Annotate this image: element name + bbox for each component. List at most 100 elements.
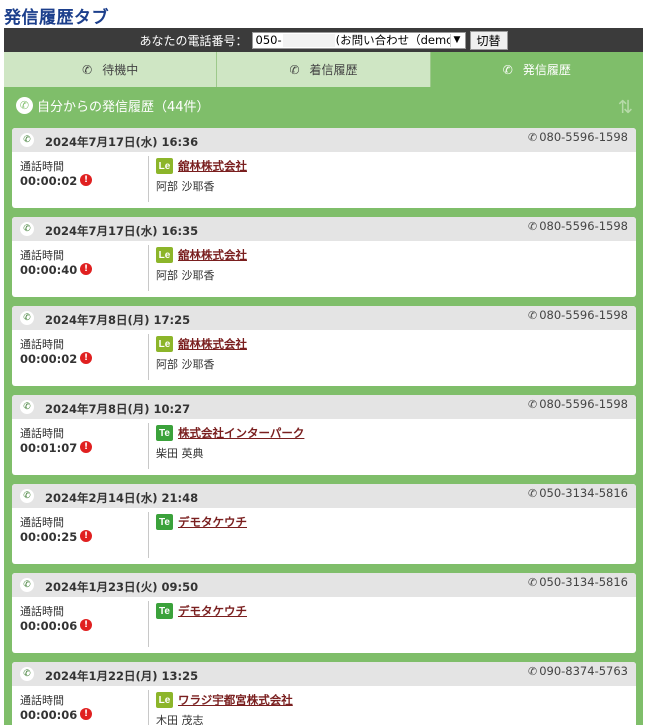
call-phone-number[interactable]: ✆ 080-5596-1598 (528, 397, 628, 411)
call-record-header: ✆ 2024年7月8日(月) 17:25 ✆ 080-5596-1598 (12, 306, 636, 330)
company-link[interactable]: デモタケウチ (178, 514, 247, 530)
call-record-body: 通話時間 00:00:40! Le 舘林株式会社 阿部 沙耶香 (12, 241, 636, 297)
page-title: 発信履歴タブ (4, 8, 109, 28)
contact-type-badge: Le (156, 692, 173, 708)
company-link[interactable]: 舘林株式会社 (178, 158, 247, 174)
call-phone-number[interactable]: ✆ 080-5596-1598 (528, 130, 628, 144)
phone-icon: ✆ (527, 398, 538, 411)
recording-icon[interactable]: ! (80, 530, 92, 542)
recording-icon[interactable]: ! (80, 352, 92, 364)
call-phone-number[interactable]: ✆ 090-8374-5763 (528, 664, 628, 678)
call-phone-number[interactable]: ✆ 080-5596-1598 (528, 308, 628, 322)
duration-label: 通話時間 (20, 249, 64, 262)
tab-standby[interactable]: ✆ 待機中 (4, 52, 218, 87)
phone-number-label: あなたの電話番号： (139, 33, 248, 48)
section-header: ✆ 自分からの発信履歴（44件） ⇅ (4, 87, 643, 124)
company-link[interactable]: デモタケウチ (178, 603, 247, 619)
refresh-icon[interactable]: ⇅ (618, 97, 633, 118)
recording-icon[interactable]: ! (80, 441, 92, 453)
phone-icon: ✆ (527, 309, 538, 322)
contact-type-badge: Le (156, 158, 173, 174)
call-datetime: 2024年7月17日(水) 16:35 (45, 224, 199, 238)
divider (148, 423, 149, 469)
call-record-card: ✆ 2024年7月8日(月) 10:27 ✆ 080-5596-1598 通話時間 00:… (12, 395, 636, 475)
call-phone-number-text: 050-3134-5816 (539, 575, 628, 589)
phone-icon: ✆ (20, 400, 34, 414)
call-record-header: ✆ 2024年1月23日(火) 09:50 ✆ 050-3134-5816 (12, 573, 636, 597)
phone-icon: ✆ (527, 220, 538, 233)
incoming-call-icon: ✆ (289, 62, 300, 77)
phone-number-prefix: 050- (255, 33, 282, 47)
divider (148, 156, 149, 202)
outgoing-call-icon: ✆ (16, 97, 33, 114)
tab-outgoing-history-label: 発信履歴 (522, 63, 571, 77)
duration-label: 通話時間 (20, 516, 64, 529)
phone-icon: ✆ (20, 133, 34, 147)
phone-icon: ✆ (20, 578, 34, 592)
call-phone-number[interactable]: ✆ 050-3134-5816 (528, 486, 628, 500)
recording-icon[interactable]: ! (80, 708, 92, 720)
phone-panel: あなたの電話番号： 050- (お問い合わせ（demo) ▼ 切替 ✆ 待機中 … (4, 28, 643, 725)
phone-icon: ✆ (20, 311, 34, 325)
call-datetime: 2024年1月23日(火) 09:50 (45, 580, 199, 594)
recording-icon[interactable]: ! (80, 174, 92, 186)
divider (148, 690, 149, 725)
call-datetime: 2024年1月22日(月) 13:25 (45, 669, 199, 683)
call-record-body: 通話時間 00:00:02! Le 舘林株式会社 阿部 沙耶香 (12, 330, 636, 386)
contact-type-badge: Te (156, 514, 173, 530)
duration-value: 00:01:07 (20, 441, 78, 455)
call-record-body: 通話時間 00:00:06! Le ワラジ宇都宮株式会社木田 茂志 (12, 686, 636, 725)
call-phone-number-text: 080-5596-1598 (539, 130, 628, 144)
duration-label: 通話時間 (20, 427, 64, 440)
divider (148, 245, 149, 291)
recording-icon[interactable]: ! (80, 619, 92, 631)
tab-incoming-history[interactable]: ✆ 着信履歴 (217, 52, 431, 87)
call-phone-number[interactable]: ✆ 080-5596-1598 (528, 219, 628, 233)
tab-incoming-history-label: 着信履歴 (309, 63, 358, 77)
contact-type-badge: Te (156, 603, 173, 619)
tab-outgoing-history[interactable]: ✆ 発信履歴 (430, 52, 643, 87)
contact-type-badge: Le (156, 247, 173, 263)
call-phone-number[interactable]: ✆ 050-3134-5816 (528, 575, 628, 589)
phone-icon: ✆ (82, 62, 93, 77)
tab-standby-label: 待機中 (102, 63, 139, 77)
company-link[interactable]: ワラジ宇都宮株式会社 (178, 692, 293, 708)
call-datetime: 2024年7月17日(水) 16:36 (45, 135, 199, 149)
duration-value: 00:00:25 (20, 530, 78, 544)
duration-value: 00:00:02 (20, 174, 78, 188)
call-record-card: ✆ 2024年2月14日(水) 21:48 ✆ 050-3134-5816 通話時間 00… (12, 484, 636, 564)
call-phone-number-text: 080-5596-1598 (539, 397, 628, 411)
phone-number-bar: あなたの電話番号： 050- (お問い合わせ（demo) ▼ 切替 (4, 28, 643, 52)
contact-type-badge: Te (156, 425, 173, 441)
call-record-body: 通話時間 00:00:25! Te デモタケウチ (12, 508, 636, 564)
contact-name: 阿部 沙耶香 (156, 358, 215, 371)
phone-icon: ✆ (527, 576, 538, 589)
call-datetime: 2024年7月8日(月) 17:25 (45, 313, 191, 327)
duration-label: 通話時間 (20, 694, 64, 707)
contact-type-badge: Le (156, 336, 173, 352)
switch-button[interactable]: 切替 (469, 30, 508, 50)
call-record-card: ✆ 2024年1月23日(火) 09:50 ✆ 050-3134-5816 通話時間 00… (12, 573, 636, 653)
company-link[interactable]: 舘林株式会社 (178, 336, 247, 352)
divider (148, 334, 149, 380)
call-phone-number-text: 080-5596-1598 (539, 308, 628, 322)
call-record-body: 通話時間 00:01:07! Te 株式会社インターパーク柴田 英典 (12, 419, 636, 475)
call-datetime: 2024年2月14日(水) 21:48 (45, 491, 199, 505)
contact-name: 木田 茂志 (156, 714, 204, 725)
section-title: 自分からの発信履歴（44件） (37, 100, 210, 115)
company-link[interactable]: 株式会社インターパーク (178, 425, 304, 441)
phone-number-select[interactable]: 050- (お問い合わせ（demo) ▼ (251, 31, 466, 49)
call-record-card: ✆ 2024年7月17日(水) 16:36 ✆ 080-5596-1598 通話時間 00… (12, 128, 636, 208)
phone-icon: ✆ (527, 131, 538, 144)
duration-value: 00:00:06 (20, 708, 78, 722)
recording-icon[interactable]: ! (80, 263, 92, 275)
call-record-card: ✆ 2024年1月22日(月) 13:25 ✆ 090-8374-5763 通話時間 00… (12, 662, 636, 725)
call-record-header: ✆ 2024年7月17日(水) 16:35 ✆ 080-5596-1598 (12, 217, 636, 241)
call-phone-number-text: 050-3134-5816 (539, 486, 628, 500)
company-link[interactable]: 舘林株式会社 (178, 247, 247, 263)
call-datetime: 2024年7月8日(月) 10:27 (45, 402, 191, 416)
phone-icon: ✆ (20, 489, 34, 503)
phone-number-suffix: (お問い合わせ（demo) (335, 33, 458, 47)
call-phone-number-text: 080-5596-1598 (539, 219, 628, 233)
contact-name: 柴田 英典 (156, 447, 204, 460)
